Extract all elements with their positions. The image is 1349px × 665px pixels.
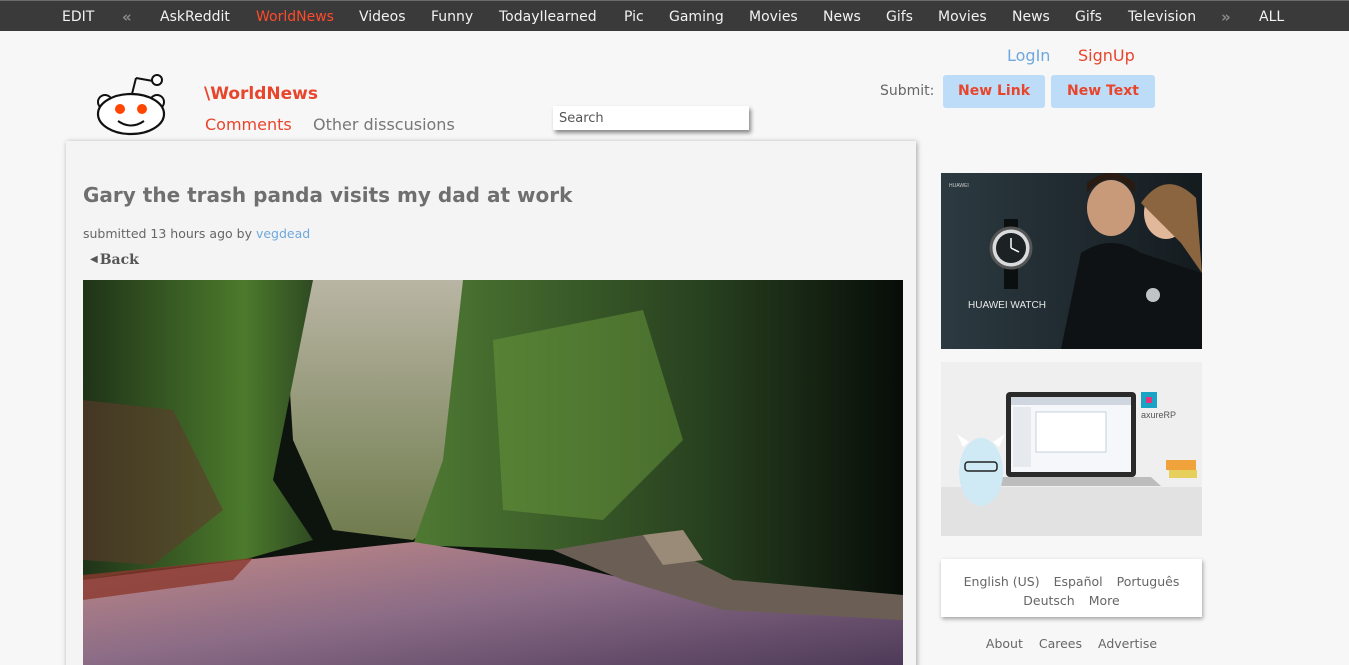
signup-link[interactable]: SignUp: [1078, 46, 1135, 65]
nav-item-gaming[interactable]: Gaming: [669, 1, 724, 32]
lang-deutsch[interactable]: Deutsch: [1023, 593, 1074, 608]
lang-espanol[interactable]: Español: [1054, 574, 1103, 589]
nav-item-all[interactable]: ALL: [1259, 1, 1284, 32]
footer-advertise-link[interactable]: Advertise: [1098, 636, 1157, 651]
new-text-button[interactable]: New Text: [1051, 75, 1155, 108]
submitted-text: submitted 13 hours ago by: [83, 226, 252, 241]
back-button[interactable]: ◀ Back: [90, 252, 139, 268]
nav-item-gifs-2[interactable]: Gifs: [1075, 1, 1102, 32]
footer-about-link[interactable]: About: [986, 636, 1023, 651]
nav-item-movies[interactable]: Movies: [749, 1, 798, 32]
huawei-watch-ad[interactable]: HUAWEI WATCH HUAWEI: [941, 173, 1202, 349]
ad2-brand-text: axureRP: [1141, 410, 1176, 420]
nav-item-news[interactable]: News: [823, 1, 861, 32]
nav-prev-arrow[interactable]: «: [122, 1, 132, 32]
nav-item-worldnews[interactable]: WorldNews: [256, 1, 334, 32]
ad1-brand-text: HUAWEI: [949, 183, 969, 189]
nav-item-news-2[interactable]: News: [1012, 1, 1050, 32]
nav-item-funny[interactable]: Funny: [431, 1, 473, 32]
axure-rp-ad[interactable]: axureRP: [941, 362, 1202, 536]
nav-item-videos[interactable]: Videos: [359, 1, 406, 32]
footer-careers-link[interactable]: Carees: [1039, 636, 1082, 651]
submit-label: Submit:: [880, 83, 935, 99]
post-meta: submitted 13 hours ago by vegdead: [83, 226, 310, 241]
lang-more[interactable]: More: [1089, 593, 1120, 608]
footer-links: About Carees Advertise: [941, 636, 1202, 651]
lang-english[interactable]: English (US): [964, 574, 1040, 589]
author-link[interactable]: vegdead: [256, 226, 310, 241]
search-input[interactable]: [553, 106, 749, 130]
login-link[interactable]: LogIn: [1007, 46, 1050, 65]
nav-next-arrow[interactable]: »: [1221, 1, 1231, 32]
post-image[interactable]: [83, 280, 903, 665]
ad1-product-text: HUAWEI WATCH: [968, 300, 1046, 311]
subreddit-title[interactable]: \WorldNews: [204, 84, 318, 104]
reddit-alien-logo[interactable]: [93, 72, 169, 136]
nav-item-todayilearned[interactable]: TodayIlearned: [499, 1, 597, 32]
lang-portugues[interactable]: Português: [1117, 574, 1180, 589]
tab-other-discussions[interactable]: Other disscusions: [313, 115, 455, 134]
new-link-button[interactable]: New Link: [943, 75, 1045, 108]
nav-item-pic[interactable]: Pic: [624, 1, 644, 32]
language-selector: English (US) Español Português Deutsch M…: [941, 559, 1202, 617]
back-label: Back: [99, 252, 139, 268]
nav-item-gifs[interactable]: Gifs: [886, 1, 913, 32]
post-title[interactable]: Gary the trash panda visits my dad at wo…: [83, 183, 572, 207]
tab-comments[interactable]: Comments: [205, 115, 292, 134]
top-navigation-bar: EDIT « AskReddit WorldNews Videos Funny …: [0, 0, 1349, 31]
nav-item-askreddit[interactable]: AskReddit: [160, 1, 230, 32]
nav-item-movies-2[interactable]: Movies: [938, 1, 987, 32]
post-panel: Gary the trash panda visits my dad at wo…: [66, 141, 916, 665]
nav-item-television[interactable]: Television: [1128, 1, 1196, 32]
nav-item-edit[interactable]: EDIT: [62, 1, 94, 32]
back-arrow-icon: ◀: [90, 254, 98, 265]
